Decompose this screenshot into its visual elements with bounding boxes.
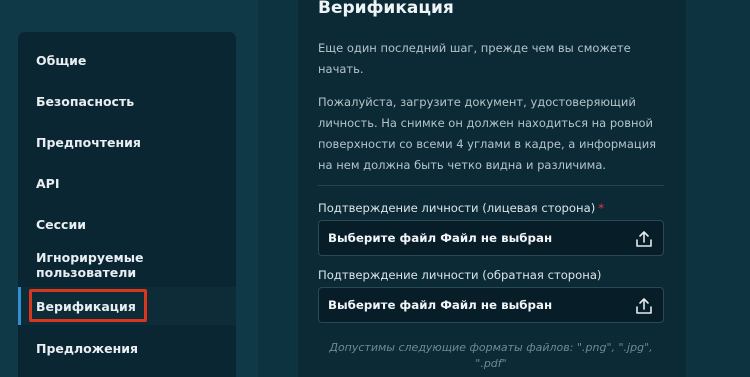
sidebar-item-label: Предложения	[36, 340, 139, 356]
sidebar-item-label: Безопасность	[36, 93, 135, 109]
sidebar-item-preferences[interactable]: Предпочтения	[18, 123, 236, 161]
required-mark: *	[598, 201, 605, 215]
background-gutter	[258, 0, 298, 377]
file-formats-hint: Допустимы следующие форматы файлов: ".pn…	[329, 341, 653, 370]
back-id-label: Подтверждение личности (обратная сторона…	[318, 268, 601, 282]
sidebar-item-offers[interactable]: Предложения	[18, 329, 236, 367]
settings-sidebar: Общие Безопасность Предпочтения API Сесс…	[18, 32, 236, 377]
sidebar-item-label: API	[36, 175, 60, 191]
file-input-text: Выберите файл Файл не выбран	[328, 231, 553, 245]
upload-icon	[636, 298, 652, 314]
sidebar-item-api[interactable]: API	[18, 164, 236, 202]
intro-text: Еще один последний шаг, прежде чем вы см…	[318, 41, 631, 76]
back-id-file-input[interactable]: Выберите файл Файл не выбран	[318, 287, 664, 323]
page-title: Верификация	[318, 0, 454, 18]
back-id-label-text: Подтверждение личности (обратная сторона…	[318, 268, 602, 282]
file-input-text: Выберите файл Файл не выбран	[328, 298, 553, 312]
sidebar-item-ignored-users[interactable]: Игнорируемые пользователи	[18, 246, 236, 284]
sidebar-item-security[interactable]: Безопасность	[18, 82, 236, 120]
front-id-file-input[interactable]: Выберите файл Файл не выбран	[318, 220, 664, 256]
sidebar-item-label: Общие	[36, 52, 87, 68]
sidebar-item-general[interactable]: Общие	[18, 41, 236, 79]
background-right	[686, 0, 750, 377]
sidebar-item-verification[interactable]: Верификация	[18, 287, 236, 325]
divider	[318, 185, 664, 186]
sidebar-item-label: Верификация	[36, 298, 136, 314]
upload-icon	[636, 231, 652, 247]
sidebar-item-label: Предпочтения	[36, 134, 141, 150]
active-indicator	[18, 287, 21, 325]
sidebar-item-sessions[interactable]: Сессии	[18, 205, 236, 243]
verification-panel: Верификация Еще один последний шаг, преж…	[298, 0, 686, 377]
front-id-label-text: Подтверждение личности (лицевая сторона)	[318, 201, 596, 215]
sidebar-item-label: Игнорируемые пользователи	[36, 250, 144, 280]
instructions-text: Пожалуйста, загрузите документ, удостове…	[318, 95, 657, 172]
sidebar-item-label: Сессии	[36, 216, 86, 232]
front-id-label: Подтверждение личности (лицевая сторона)…	[318, 201, 604, 215]
